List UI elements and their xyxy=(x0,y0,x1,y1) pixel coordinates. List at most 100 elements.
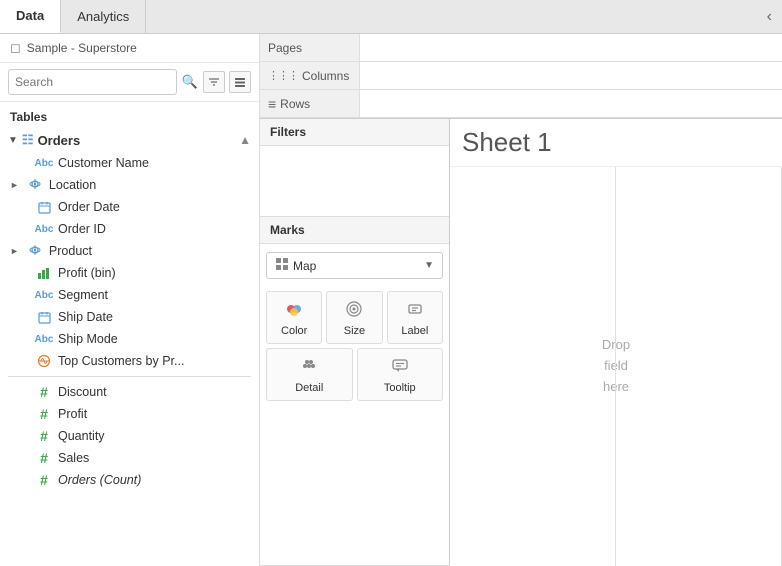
size-icon xyxy=(345,300,363,322)
color-label: Color xyxy=(281,325,307,337)
datasource-name: Sample - Superstore xyxy=(27,41,137,55)
field-name-customer-name: Customer Name xyxy=(58,156,149,170)
scroll-up-icon[interactable]: ▲ xyxy=(239,133,251,147)
sheet-title: Sheet 1 xyxy=(450,119,782,167)
search-icon-button[interactable]: 🔍 xyxy=(181,70,199,94)
toolbar-icons xyxy=(203,71,251,93)
list-view-icon[interactable] xyxy=(229,71,251,93)
marks-dropdown-chevron: ▼ xyxy=(424,260,434,271)
field-segment[interactable]: Abc Segment xyxy=(0,284,259,306)
field-ship-mode[interactable]: Abc Ship Mode xyxy=(0,328,259,350)
field-name-profit: Profit xyxy=(58,407,87,421)
field-name-sales: Sales xyxy=(58,451,89,465)
field-icon-abc-orderid: Abc xyxy=(36,221,52,237)
product-expand-arrow: ► xyxy=(10,246,19,256)
datasource-icon: ◻ xyxy=(10,40,21,56)
shelf-rows-label: ≡ Rows xyxy=(260,90,360,117)
color-icon xyxy=(285,300,303,322)
size-label: Size xyxy=(344,325,365,337)
field-name-orders-count: Orders (Count) xyxy=(58,473,141,487)
tab-analytics[interactable]: Analytics xyxy=(61,0,146,33)
map-icon xyxy=(275,257,289,274)
right-area: Pages ﻿⋮⋮⋮ Columns ≡ Rows xyxy=(260,34,782,566)
middle-panel: Filters Marks xyxy=(260,119,782,566)
field-name-top-customers: Top Customers by Pr... xyxy=(58,354,184,368)
field-profit[interactable]: # Profit xyxy=(0,403,259,425)
mark-tooltip-button[interactable]: Tooltip xyxy=(357,348,444,401)
marks-header: Marks xyxy=(260,217,449,244)
field-icon-hash-orders-count: # xyxy=(36,472,52,488)
field-list: ▼ ☷ Orders ▲ Abc Customer Name ► xyxy=(0,128,259,566)
filters-content[interactable] xyxy=(260,146,449,216)
sidebar: ◻ Sample - Superstore 🔍 xyxy=(0,34,260,566)
field-ship-date[interactable]: Ship Date xyxy=(0,306,259,328)
marks-grid: Color Size xyxy=(260,287,449,348)
col-line-1 xyxy=(450,167,616,566)
field-icon-date-order xyxy=(36,199,52,215)
marks-section: Marks xyxy=(260,217,449,566)
detail-label: Detail xyxy=(295,382,323,394)
field-orders-count[interactable]: # Orders (Count) xyxy=(0,469,259,491)
tables-header: Tables xyxy=(0,102,259,128)
datasource-row: ◻ Sample - Superstore xyxy=(0,34,259,63)
shelf-pages-row: Pages xyxy=(260,34,782,62)
field-location[interactable]: ► Location xyxy=(0,174,259,196)
shelf-area: Pages ﻿⋮⋮⋮ Columns ≡ Rows xyxy=(260,34,782,119)
field-name-discount: Discount xyxy=(58,385,107,399)
marks-type-dropdown[interactable]: Map ▼ xyxy=(266,252,443,279)
col-line-2 xyxy=(616,167,782,566)
field-icon-hash-discount: # xyxy=(36,384,52,400)
field-icon-bar-profit-bin xyxy=(36,265,52,281)
field-customer-name[interactable]: Abc Customer Name xyxy=(0,152,259,174)
tab-data-label: Data xyxy=(16,8,44,23)
shelf-columns-content[interactable] xyxy=(360,62,782,89)
filters-header: Filters xyxy=(260,119,449,146)
tooltip-icon xyxy=(391,357,409,379)
field-icon-hash-quantity: # xyxy=(36,428,52,444)
tab-collapse-button[interactable]: ‹ xyxy=(757,0,782,33)
field-icon-geo-location xyxy=(27,177,43,193)
field-icon-link-topcustomers xyxy=(36,353,52,369)
field-quantity[interactable]: # Quantity xyxy=(0,425,259,447)
marks-label: Marks xyxy=(270,223,305,237)
field-name-location: Location xyxy=(49,178,96,192)
sheet-canvas[interactable]: Dropfieldhere xyxy=(450,167,782,566)
mark-size-button[interactable]: Size xyxy=(326,291,382,344)
orders-db-icon: ☷ xyxy=(22,132,34,148)
mark-label-button[interactable]: Label xyxy=(387,291,443,344)
field-top-customers[interactable]: Top Customers by Pr... xyxy=(0,350,259,372)
orders-expand-icon: ▼ xyxy=(8,135,18,146)
field-name-ship-mode: Ship Mode xyxy=(58,332,118,346)
column-lines xyxy=(450,167,782,566)
field-icon-hash-sales: # xyxy=(36,450,52,466)
field-discount[interactable]: # Discount xyxy=(0,381,259,403)
tab-data[interactable]: Data xyxy=(0,0,61,33)
field-profit-bin[interactable]: Profit (bin) xyxy=(0,262,259,284)
field-name-order-date: Order Date xyxy=(58,200,120,214)
shelf-columns-label: ⋮⋮⋮ Columns xyxy=(260,62,360,89)
detail-icon xyxy=(300,357,318,379)
field-name-product: Product xyxy=(49,244,92,258)
mark-detail-button[interactable]: Detail xyxy=(266,348,353,401)
filter-icon[interactable] xyxy=(203,71,225,93)
field-icon-geo-product xyxy=(27,243,43,259)
tooltip-label: Tooltip xyxy=(384,382,416,394)
field-product[interactable]: ► Product xyxy=(0,240,259,262)
mark-color-button[interactable]: Color xyxy=(266,291,322,344)
shelf-rows-content[interactable] xyxy=(360,90,782,117)
search-input[interactable] xyxy=(8,69,177,95)
tab-analytics-label: Analytics xyxy=(77,9,129,24)
field-name-profit-bin: Profit (bin) xyxy=(58,266,116,280)
shelf-pages-content[interactable] xyxy=(360,34,782,61)
field-name-order-id: Order ID xyxy=(58,222,106,236)
rows-icon: ≡ xyxy=(268,96,276,112)
field-icon-abc-shipmode: Abc xyxy=(36,331,52,347)
field-icon-hash-profit: # xyxy=(36,406,52,422)
sheet-area: Sheet 1 Dropfieldhere xyxy=(450,119,782,566)
field-order-date[interactable]: Order Date xyxy=(0,196,259,218)
field-order-id[interactable]: Abc Order ID xyxy=(0,218,259,240)
orders-section-header[interactable]: ▼ ☷ Orders ▲ xyxy=(0,128,259,152)
field-sales[interactable]: # Sales xyxy=(0,447,259,469)
field-name-ship-date: Ship Date xyxy=(58,310,113,324)
label-label: Label xyxy=(401,325,428,337)
